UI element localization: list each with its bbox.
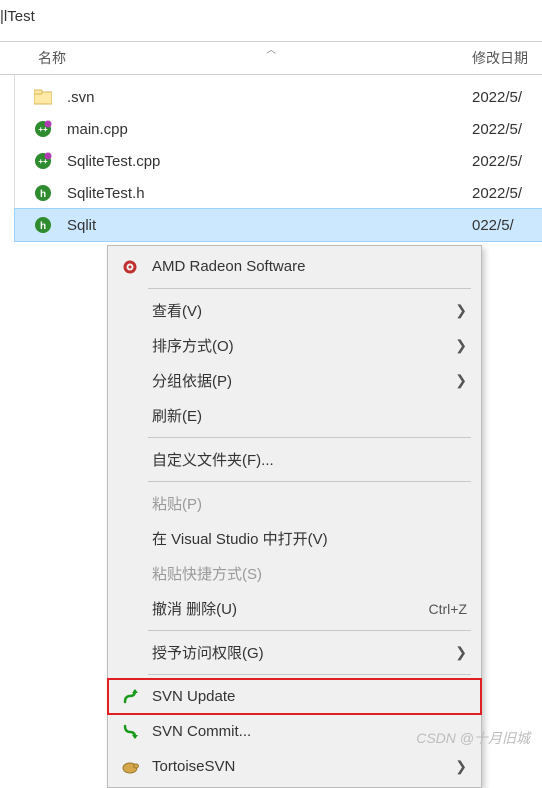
file-row-sqlitetest-cpp[interactable]: ++ SqliteTest.cpp 2022/5/ bbox=[15, 145, 542, 177]
file-row-sqlit[interactable]: h Sqlit 022/5/ bbox=[15, 209, 542, 241]
file-name: Sqlit bbox=[67, 217, 472, 234]
svn-commit-icon bbox=[118, 722, 142, 742]
folder-icon bbox=[33, 87, 53, 107]
chevron-right-icon: ❯ bbox=[455, 372, 467, 389]
file-date: 022/5/ bbox=[472, 217, 542, 234]
spacer-icon bbox=[118, 450, 142, 470]
h-icon: h bbox=[33, 183, 53, 203]
sort-caret-icon: ︿ bbox=[266, 41, 276, 56]
chevron-right-icon: ❯ bbox=[455, 644, 467, 661]
file-name: .svn bbox=[67, 89, 472, 106]
menu-svn-commit[interactable]: SVN Commit... bbox=[108, 714, 481, 749]
menu-svn-update[interactable]: SVN Update bbox=[108, 679, 481, 714]
file-name: main.cpp bbox=[67, 121, 472, 138]
file-date: 2022/5/ bbox=[472, 185, 542, 202]
window-title: |lTest bbox=[0, 0, 542, 31]
spacer-icon bbox=[118, 529, 142, 549]
chevron-right-icon: ❯ bbox=[455, 758, 467, 775]
file-row-sqlitetest-h[interactable]: h SqliteTest.h 2022/5/ bbox=[15, 177, 542, 209]
spacer-icon bbox=[118, 599, 142, 619]
column-name-header[interactable]: 名称 bbox=[0, 48, 472, 68]
menu-label: SVN Update bbox=[152, 688, 467, 705]
h-icon: h bbox=[33, 215, 53, 235]
menu-separator bbox=[148, 437, 471, 438]
menu-label: SVN Commit... bbox=[152, 723, 467, 740]
chevron-right-icon: ❯ bbox=[455, 302, 467, 319]
spacer-icon bbox=[118, 301, 142, 321]
menu-label: 分组依据(P) bbox=[152, 370, 449, 391]
menu-view[interactable]: 查看(V) ❯ bbox=[108, 293, 481, 328]
menu-open-in-vs[interactable]: 在 Visual Studio 中打开(V) bbox=[108, 521, 481, 556]
spacer-icon bbox=[118, 494, 142, 514]
spacer-icon bbox=[118, 336, 142, 356]
file-name: SqliteTest.h bbox=[67, 185, 472, 202]
spacer-icon bbox=[118, 643, 142, 663]
menu-shortcut: Ctrl+Z bbox=[429, 601, 468, 617]
menu-customize-folder[interactable]: 自定义文件夹(F)... bbox=[108, 442, 481, 477]
svg-text:h: h bbox=[40, 221, 46, 232]
menu-group[interactable]: 分组依据(P) ❯ bbox=[108, 363, 481, 398]
spacer-icon bbox=[118, 371, 142, 391]
menu-separator bbox=[148, 674, 471, 675]
menu-label: AMD Radeon Software bbox=[152, 258, 467, 275]
menu-label: 自定义文件夹(F)... bbox=[152, 449, 467, 470]
menu-label: 查看(V) bbox=[152, 300, 449, 321]
svn-update-icon bbox=[118, 687, 142, 707]
chevron-right-icon: ❯ bbox=[455, 337, 467, 354]
menu-separator bbox=[148, 481, 471, 482]
svg-text:h: h bbox=[40, 189, 46, 200]
file-row-main-cpp[interactable]: ++ main.cpp 2022/5/ bbox=[15, 113, 542, 145]
menu-undo-delete[interactable]: 撤消 删除(U) Ctrl+Z bbox=[108, 591, 481, 626]
cpp-icon: ++ bbox=[33, 119, 53, 139]
menu-label: 撤消 删除(U) bbox=[152, 598, 429, 619]
spacer-icon bbox=[118, 406, 142, 426]
file-list: .svn 2022/5/ ++ main.cpp 2022/5/ ++ Sqli… bbox=[14, 75, 542, 241]
file-name: SqliteTest.cpp bbox=[67, 153, 472, 170]
menu-grant-access[interactable]: 授予访问权限(G) ❯ bbox=[108, 635, 481, 670]
menu-paste-shortcut: 粘贴快捷方式(S) bbox=[108, 556, 481, 591]
tortoise-icon bbox=[118, 757, 142, 777]
file-date: 2022/5/ bbox=[472, 89, 542, 106]
menu-label: 在 Visual Studio 中打开(V) bbox=[152, 528, 467, 549]
file-date: 2022/5/ bbox=[472, 121, 542, 138]
menu-separator bbox=[148, 630, 471, 631]
cpp-icon: ++ bbox=[33, 151, 53, 171]
menu-amd[interactable]: AMD Radeon Software bbox=[108, 249, 481, 284]
menu-sort[interactable]: 排序方式(O) ❯ bbox=[108, 328, 481, 363]
column-header-row[interactable]: ︿ 名称 修改日期 bbox=[0, 42, 542, 74]
menu-label: 粘贴快捷方式(S) bbox=[152, 563, 467, 584]
context-menu: AMD Radeon Software 查看(V) ❯ 排序方式(O) ❯ 分组… bbox=[107, 245, 482, 788]
menu-tortoisesvn[interactable]: TortoiseSVN ❯ bbox=[108, 749, 481, 784]
menu-label: 粘贴(P) bbox=[152, 493, 467, 514]
menu-paste: 粘贴(P) bbox=[108, 486, 481, 521]
file-date: 2022/5/ bbox=[472, 153, 542, 170]
spacer-icon bbox=[118, 564, 142, 584]
menu-separator bbox=[148, 288, 471, 289]
amd-icon bbox=[118, 257, 142, 277]
menu-label: 授予访问权限(G) bbox=[152, 642, 449, 663]
menu-label: 刷新(E) bbox=[152, 405, 467, 426]
menu-refresh[interactable]: 刷新(E) bbox=[108, 398, 481, 433]
menu-label: TortoiseSVN bbox=[152, 758, 449, 775]
menu-label: 排序方式(O) bbox=[152, 335, 449, 356]
column-date-header[interactable]: 修改日期 bbox=[472, 48, 542, 68]
file-row-svn[interactable]: .svn 2022/5/ bbox=[15, 81, 542, 113]
